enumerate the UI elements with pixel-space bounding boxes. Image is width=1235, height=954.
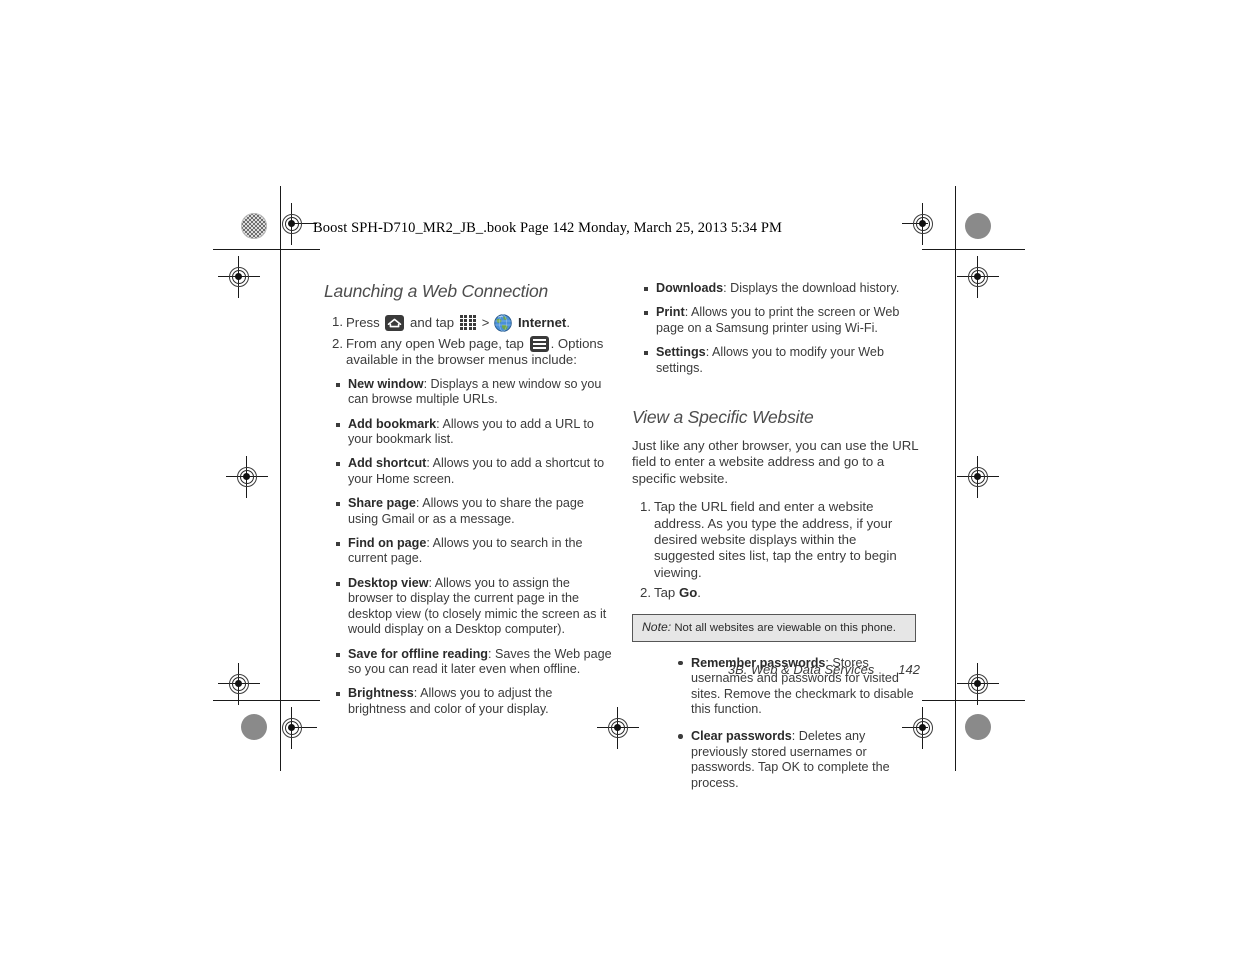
option-term: Share page (348, 496, 416, 511)
apps-grid-icon (459, 315, 477, 330)
globe-internet-icon (494, 314, 513, 332)
right-column: Downloads: Displays the download history… (632, 281, 920, 803)
list-item: Clear passwords: Deletes any previously … (676, 729, 920, 791)
section-heading-view-specific-website: View a Specific Website (632, 407, 814, 428)
option-term: Brightness (348, 686, 414, 701)
step-text-fragment: Tap (654, 585, 679, 601)
step-item: 1. Press and tap > Internet. (324, 314, 612, 332)
list-item: Add bookmark: Allows you to add a URL to… (335, 417, 612, 448)
option-term: Downloads (656, 281, 724, 295)
list-item: Print: Allows you to print the screen or… (643, 305, 920, 336)
list-item: Share page: Allows you to share the page… (335, 496, 612, 527)
note-box: Note: Not all websites are viewable on t… (632, 613, 916, 642)
option-term: Settings (656, 345, 706, 360)
step-text: Tap Go. (654, 585, 701, 600)
option-term: Add shortcut (348, 456, 427, 471)
running-head: Boost SPH-D710_MR2_JB_.book Page 142 Mon… (313, 220, 782, 236)
internet-label: Internet (517, 315, 567, 330)
step-number: 1. (640, 499, 651, 515)
step-text-fragment: . (566, 315, 570, 330)
step-number: 2. (640, 585, 651, 601)
step-text-fragment: Press (346, 315, 384, 330)
option-term: Print (656, 305, 685, 320)
list-item: Downloads: Displays the download history… (643, 281, 920, 296)
option-term: Desktop view (348, 575, 429, 590)
option-term: Add bookmark (348, 416, 437, 431)
list-item: Settings: Allows you to modify your Web … (643, 345, 920, 376)
list-item: Find on page: Allows you to search in th… (335, 536, 612, 567)
manual-page: Boost SPH-D710_MR2_JB_.book Page 142 Mon… (0, 0, 1235, 954)
step-text-fragment: and tap (406, 315, 458, 330)
step-text: From any open Web page, tap . Options av… (346, 336, 603, 367)
chevron-right-separator: > (481, 315, 490, 330)
footer-chapter-title: 3B. Web & Data Services (727, 662, 875, 677)
home-icon (385, 315, 405, 331)
option-term: Clear passwords (691, 729, 792, 744)
option-term: New window (348, 376, 424, 391)
browser-menu-options-continued-list: Downloads: Displays the download history… (643, 281, 920, 376)
step-text: Tap the URL field and enter a website ad… (654, 499, 897, 580)
note-text: Not all websites are viewable on this ph… (674, 621, 896, 634)
list-item: Save for offline reading: Saves the Web … (335, 647, 612, 678)
section-heading-launching-web-connection: Launching a Web Connection (324, 281, 549, 301)
left-column: Launching a Web Connection 1. Press and … (324, 281, 612, 726)
footer-page-number: 142 (898, 662, 920, 677)
option-term: Find on page (348, 536, 427, 551)
step-text-fragment: . (697, 585, 701, 601)
launching-steps-list: 1. Press and tap > Internet. 2. From any… (324, 314, 612, 369)
list-item: Desktop view: Allows you to assign the b… (335, 576, 612, 638)
go-label: Go (678, 585, 698, 601)
option-term: Save for offline reading (348, 646, 488, 661)
step-item: 1. Tap the URL field and enter a website… (632, 499, 920, 581)
view-website-steps-list: 1. Tap the URL field and enter a website… (632, 499, 920, 601)
page-footer: 3B. Web & Data Services 142 (632, 662, 920, 677)
step-item: 2. Tap Go. (632, 585, 920, 601)
list-item: Add shortcut: Allows you to add a shortc… (335, 456, 612, 487)
step-text-fragment: From any open Web page, tap (346, 336, 528, 351)
intro-paragraph: Just like any other browser, you can use… (632, 438, 919, 486)
step-number: 2. (332, 336, 343, 351)
step-number: 1. (332, 314, 343, 329)
menu-icon (529, 336, 549, 352)
list-item: New window: Displays a new window so you… (335, 377, 612, 408)
step-item: 2. From any open Web page, tap . Options… (324, 336, 612, 369)
list-item: Brightness: Allows you to adjust the bri… (335, 686, 612, 717)
option-desc: : Allows you to print the screen or Web … (656, 305, 900, 335)
option-desc: : Displays the download history. (723, 281, 900, 295)
note-label: Note: (642, 619, 672, 634)
step-text: Press and tap > Internet. (346, 314, 570, 332)
browser-menu-options-list: New window: Displays a new window so you… (335, 377, 612, 717)
